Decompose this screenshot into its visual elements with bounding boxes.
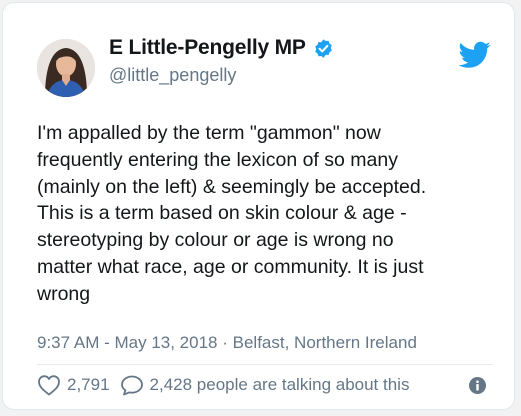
speech-bubble-icon — [120, 374, 144, 396]
twitter-bird-icon[interactable] — [458, 41, 491, 69]
author-handle[interactable]: @little_pengelly — [109, 65, 236, 86]
tweet-actions: 2,791 2,428 people are talking about thi… — [37, 373, 409, 397]
author-row: E Little-Pengelly MP — [109, 36, 334, 60]
tweet-meta: 9:37 AM - May 13, 2018 · Belfast, Northe… — [37, 333, 417, 353]
verified-badge-icon — [313, 38, 334, 59]
avatar[interactable] — [37, 39, 95, 97]
avatar-image — [37, 39, 95, 97]
info-icon[interactable] — [469, 377, 486, 394]
tweet-card: E Little-Pengelly MP @little_pengelly I'… — [2, 2, 515, 410]
tweet-location[interactable]: Belfast, Northern Ireland — [233, 333, 417, 352]
like-button[interactable]: 2,791 — [37, 374, 110, 396]
tweet-timestamp[interactable]: 9:37 AM - May 13, 2018 — [37, 333, 218, 352]
tweet-text: I'm appalled by the term "gammon" now fr… — [37, 122, 427, 305]
reply-button[interactable]: 2,428 people are talking about this — [120, 374, 410, 396]
like-count: 2,791 — [67, 375, 110, 394]
talking-count: 2,428 people are talking about this — [149, 375, 410, 394]
heart-icon — [37, 374, 61, 396]
meta-separator: · — [222, 333, 228, 352]
author-name[interactable]: E Little-Pengelly MP — [109, 36, 306, 60]
divider — [37, 364, 493, 365]
